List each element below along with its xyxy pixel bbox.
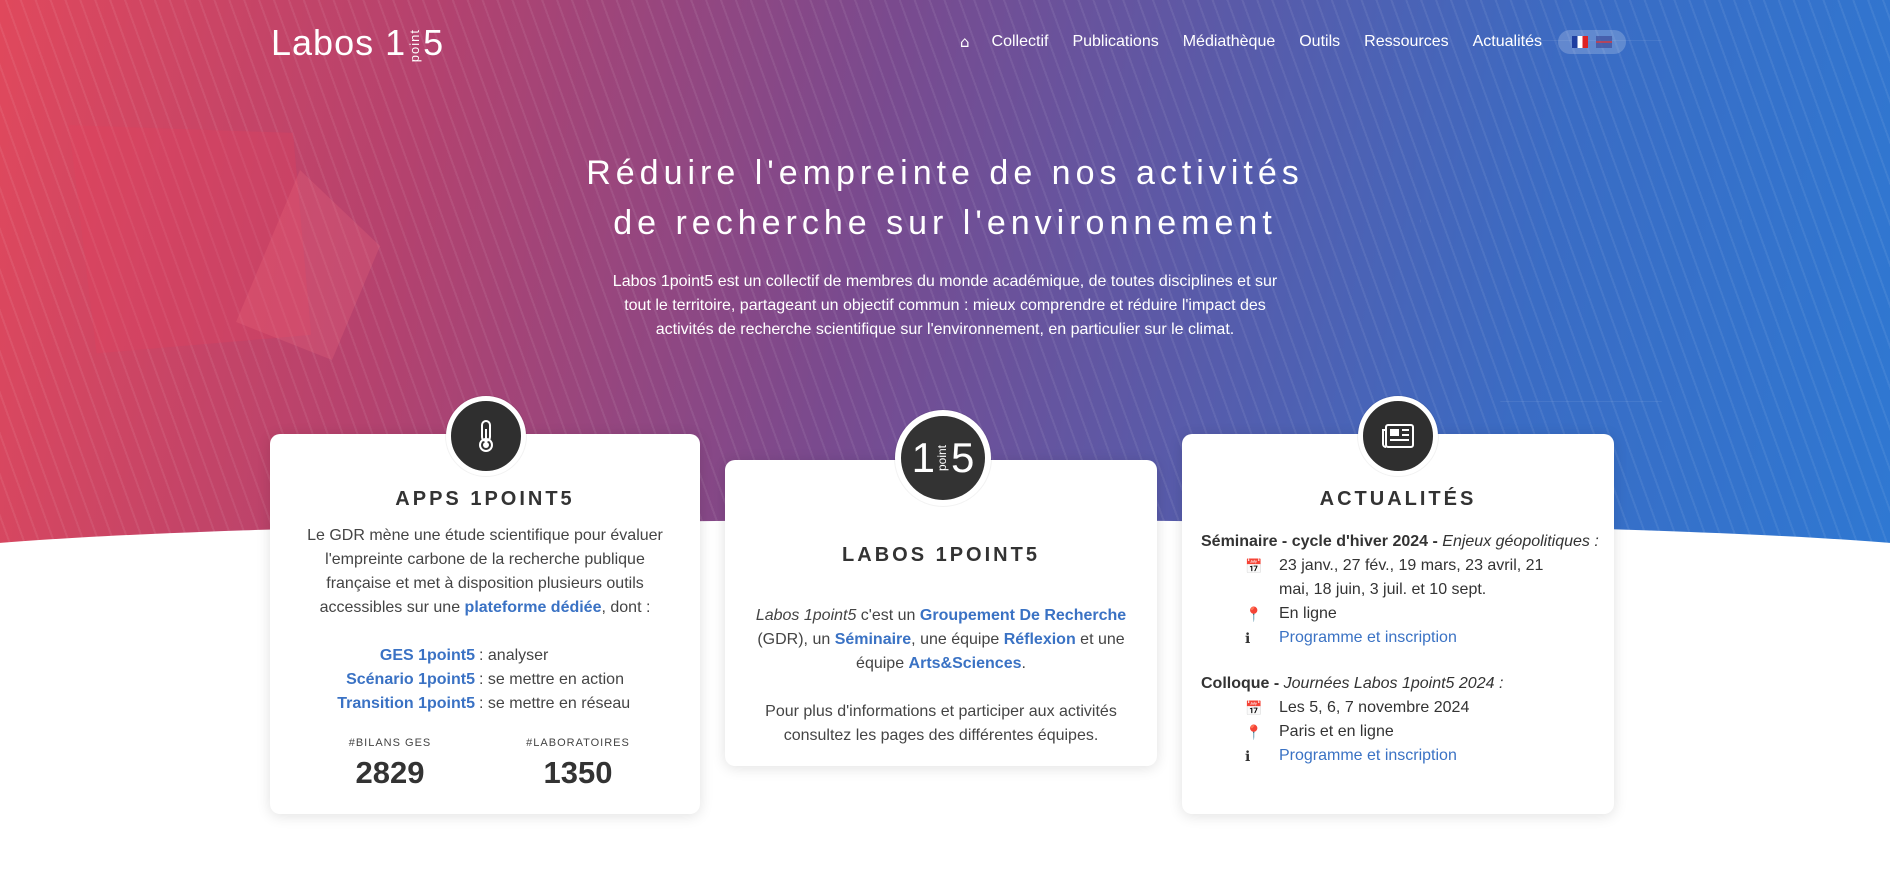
text: (GDR), un — [757, 631, 835, 648]
hero-title: Réduire l'empreinte de nos activités de … — [0, 148, 1890, 248]
map-pin-icon: 📍 — [1245, 724, 1263, 740]
labos-paragraph: Labos 1point5 c'est un Groupement De Rec… — [755, 604, 1127, 676]
stat-label: #BILANS GES — [348, 737, 432, 749]
news-topic: Enjeux géopolitiques : — [1442, 533, 1599, 550]
tool-link-scenario[interactable]: Scénario 1point5 — [270, 668, 475, 692]
labos-paragraph: Pour plus d'informations et participer a… — [765, 703, 1117, 744]
tools-list: GES 1point5 : analyser Scénario 1point5 … — [270, 644, 700, 716]
news-dates-row: 📅 Les 5, 6, 7 novembre 2024 — [1201, 696, 1604, 720]
stat-bilans: #BILANS GES 2829 — [310, 737, 470, 791]
news-place: Paris et en ligne — [1279, 723, 1394, 740]
program-link[interactable]: Programme et inscription — [1279, 626, 1457, 650]
nav-item-collectif[interactable]: Collectif — [992, 33, 1049, 51]
news-dates: Les 5, 6, 7 novembre 2024 — [1279, 699, 1470, 716]
news-heading: Séminaire - cycle d'hiver 2024 - Enjeux … — [1201, 530, 1604, 554]
labos-card-title: LABOS 1POINT5 — [842, 544, 1040, 566]
news-card: ACTUALITÉS Séminaire - cycle d'hiver 202… — [1182, 396, 1614, 814]
tool-link-transition[interactable]: Transition 1point5 — [270, 692, 475, 716]
news-heading: Colloque - Journées Labos 1point5 2024 : — [1201, 672, 1604, 696]
news-item: Colloque - Journées Labos 1point5 2024 :… — [1201, 672, 1604, 768]
stat-label: #LABORATOIRES — [526, 737, 630, 749]
tool-desc: : se mettre en action — [479, 671, 624, 688]
platform-link[interactable]: plateforme dédiée — [465, 599, 602, 616]
french-flag-icon[interactable] — [1572, 36, 1588, 48]
tool-desc: : analyser — [479, 647, 549, 664]
news-type: Colloque - — [1201, 675, 1284, 692]
news-place-row: 📍 Paris et en ligne — [1201, 720, 1604, 744]
list-item: GES 1point5 : analyser — [270, 644, 700, 668]
apps-intro-text-end: , dont : — [601, 599, 651, 616]
hero-title-line: Réduire l'empreinte de nos activités — [586, 154, 1304, 192]
stat-value: 2829 — [355, 755, 425, 790]
info-icon: ℹ — [1245, 630, 1251, 646]
nav-item-outils[interactable]: Outils — [1299, 33, 1340, 51]
text: . — [1021, 655, 1026, 672]
labos-logo-icon: 1 point 5 — [895, 410, 991, 506]
info-icon: ℹ — [1245, 748, 1251, 764]
news-place: En ligne — [1279, 605, 1337, 622]
stat-laboratoires: #LABORATOIRES 1350 — [498, 737, 658, 791]
program-link[interactable]: Programme et inscription — [1279, 744, 1457, 768]
hero-title-line: de recherche sur l'environnement — [613, 204, 1277, 242]
labos-card: 1 point 5 LABOS 1POINT5 Labos 1point5 c'es… — [725, 410, 1157, 766]
nav-item-mediatheque[interactable]: Médiathèque — [1183, 33, 1276, 51]
tool-link-ges[interactable]: GES 1point5 — [270, 644, 475, 668]
news-card-title: ACTUALITÉS — [1319, 488, 1477, 510]
news-type: Séminaire - cycle d'hiver 2024 - — [1201, 533, 1443, 550]
nav-item-actualites[interactable]: Actualités — [1473, 33, 1542, 51]
list-item: Scénario 1point5 : se mettre en action — [270, 668, 700, 692]
seminaire-link[interactable]: Séminaire — [835, 631, 911, 648]
site-logo[interactable]: Labos 1point5 — [271, 22, 444, 64]
labos-name: Labos 1point5 — [755, 607, 857, 624]
calendar-check-icon: 📅 — [1245, 558, 1263, 574]
list-item: Transition 1point5 : se mettre en réseau — [270, 692, 700, 716]
apps-card-title: APPS 1POINT5 — [395, 488, 575, 510]
news-dates-row: 📅 23 janv., 27 fév., 19 mars, 23 avril, 2… — [1201, 554, 1604, 602]
main-nav: ⌂ Collectif Publications Médiathèque Out… — [960, 30, 1626, 54]
gdr-link[interactable]: Groupement De Recherche — [920, 607, 1126, 624]
home-icon[interactable]: ⌂ — [960, 33, 970, 51]
news-link-row: ℹ Programme et inscription — [1201, 744, 1604, 768]
newspaper-icon — [1358, 396, 1438, 476]
text: c'est un — [856, 607, 920, 624]
stat-value: 1350 — [543, 755, 613, 790]
news-topic: Journées Labos 1point5 2024 : — [1283, 675, 1504, 692]
english-flag-icon[interactable] — [1596, 36, 1612, 48]
language-switcher — [1558, 30, 1626, 54]
map-pin-icon: 📍 — [1245, 606, 1263, 622]
hero-description: Labos 1point5 est un collectif de membre… — [612, 273, 1278, 338]
nav-item-publications[interactable]: Publications — [1072, 33, 1158, 51]
apps-card-intro: Le GDR mène une étude scientifique pour … — [300, 524, 670, 620]
apps-card: APPS 1POINT5 Le GDR mène une étude scien… — [270, 396, 700, 814]
news-item: Séminaire - cycle d'hiver 2024 - Enjeux … — [1201, 530, 1604, 650]
news-dates: 23 janv., 27 fév., 19 mars, 23 avril, 21… — [1279, 557, 1544, 598]
nav-item-ressources[interactable]: Ressources — [1364, 33, 1448, 51]
calendar-check-icon: 📅 — [1245, 700, 1263, 716]
news-place-row: 📍 En ligne — [1201, 602, 1604, 626]
thermometer-icon — [446, 396, 526, 476]
text: , une équipe — [911, 631, 1004, 648]
tool-desc: : se mettre en réseau — [479, 695, 631, 712]
labos-card-body: Labos 1point5 c'est un Groupement De Rec… — [755, 604, 1127, 748]
reflexion-link[interactable]: Réflexion — [1004, 631, 1076, 648]
arts-sciences-link[interactable]: Arts&Sciences — [909, 655, 1022, 672]
news-link-row: ℹ Programme et inscription — [1201, 626, 1604, 650]
